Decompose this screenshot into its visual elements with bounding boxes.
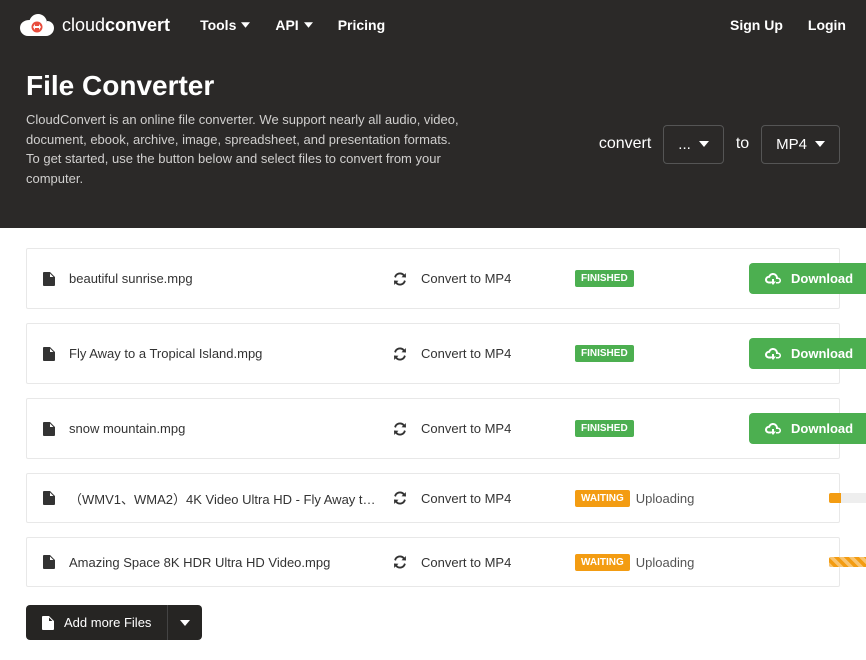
- cloud-icon: [20, 14, 54, 36]
- refresh-icon: [393, 491, 407, 505]
- nav-signup[interactable]: Sign Up: [730, 17, 783, 33]
- convert-to-label[interactable]: Convert to MP4: [421, 346, 561, 361]
- status-text: Uploading: [636, 555, 695, 570]
- hero: File Converter CloudConvert is an online…: [0, 50, 866, 228]
- file-name: （WMV1、WMA2）4K Video Ultra HD - Fly Away …: [69, 489, 379, 508]
- nav-pricing[interactable]: Pricing: [338, 17, 385, 33]
- status-badge: FINISHED: [575, 420, 634, 437]
- file-add-icon: [42, 616, 54, 630]
- upload-progress: [829, 557, 866, 567]
- cloud-download-icon: [765, 273, 781, 285]
- add-more-files-button[interactable]: Add more Files: [26, 605, 167, 640]
- add-more-files-dropdown[interactable]: [167, 605, 202, 640]
- refresh-icon: [393, 422, 407, 436]
- convert-to-label[interactable]: Convert to MP4: [421, 421, 561, 436]
- file-list: beautiful sunrise.mpg Convert to MP4 FINIS…: [0, 228, 866, 660]
- status-text: Uploading: [636, 491, 695, 506]
- download-button[interactable]: Download: [749, 413, 866, 444]
- file-icon: [43, 347, 55, 361]
- file-name: Fly Away to a Tropical Island.mpg: [69, 346, 379, 361]
- file-row: beautiful sunrise.mpg Convert to MP4 FINIS…: [26, 248, 840, 309]
- logo[interactable]: cloudconvert: [20, 14, 170, 36]
- status-badge: WAITING: [575, 554, 630, 571]
- chevron-down-icon: [304, 22, 313, 28]
- download-button[interactable]: Download: [749, 263, 866, 294]
- page-title: File Converter: [26, 70, 466, 102]
- convert-options-button[interactable]: [393, 347, 407, 361]
- top-nav: cloudconvert Tools API Pricing Sign Up L…: [0, 0, 866, 50]
- file-icon: [43, 422, 55, 436]
- file-icon: [43, 272, 55, 286]
- convert-options-button[interactable]: [393, 272, 407, 286]
- from-format-select[interactable]: ...: [663, 125, 724, 164]
- upload-progress: [829, 493, 866, 503]
- refresh-icon: [393, 555, 407, 569]
- status-badge: FINISHED: [575, 270, 634, 287]
- logo-text-light: cloud: [62, 15, 105, 36]
- file-row: Fly Away to a Tropical Island.mpg Convert…: [26, 323, 840, 384]
- convert-to-label[interactable]: Convert to MP4: [421, 491, 561, 506]
- file-row: snow mountain.mpgConvert to MP4FINISHEDD…: [26, 398, 840, 459]
- to-label: to: [736, 135, 749, 153]
- chevron-down-icon: [180, 620, 190, 626]
- cloud-download-icon: [765, 348, 781, 360]
- download-button[interactable]: Download: [749, 338, 866, 369]
- file-name: Amazing Space 8K HDR Ultra HD Video.mpg: [69, 555, 379, 570]
- logo-text-bold: convert: [105, 15, 170, 36]
- chevron-down-icon: [241, 22, 250, 28]
- file-row: Amazing Space 8K HDR Ultra HD Video.mpg C…: [26, 537, 840, 587]
- refresh-icon: [393, 272, 407, 286]
- cloud-download-icon: [765, 423, 781, 435]
- file-icon: [43, 491, 55, 505]
- file-icon: [43, 555, 55, 569]
- convert-label: convert: [599, 135, 651, 153]
- page-description: CloudConvert is an online file converter…: [26, 110, 466, 188]
- convert-to-label[interactable]: Convert to MP4: [421, 555, 561, 570]
- status-badge: FINISHED: [575, 345, 634, 362]
- convert-options-button[interactable]: [393, 422, 407, 436]
- convert-options-button[interactable]: [393, 491, 407, 505]
- chevron-down-icon: [815, 141, 825, 147]
- refresh-icon: [393, 347, 407, 361]
- nav-tools[interactable]: Tools: [200, 17, 250, 33]
- nav-api[interactable]: API: [275, 17, 312, 33]
- status-badge: WAITING: [575, 490, 630, 507]
- file-name: snow mountain.mpg: [69, 421, 379, 436]
- convert-options-button[interactable]: [393, 555, 407, 569]
- chevron-down-icon: [699, 141, 709, 147]
- file-name: beautiful sunrise.mpg: [69, 271, 379, 286]
- nav-login[interactable]: Login: [808, 17, 846, 33]
- file-row: （WMV1、WMA2）4K Video Ultra HD - Fly Away …: [26, 473, 840, 523]
- convert-to-label[interactable]: Convert to MP4: [421, 271, 561, 286]
- to-format-select[interactable]: MP4: [761, 125, 840, 164]
